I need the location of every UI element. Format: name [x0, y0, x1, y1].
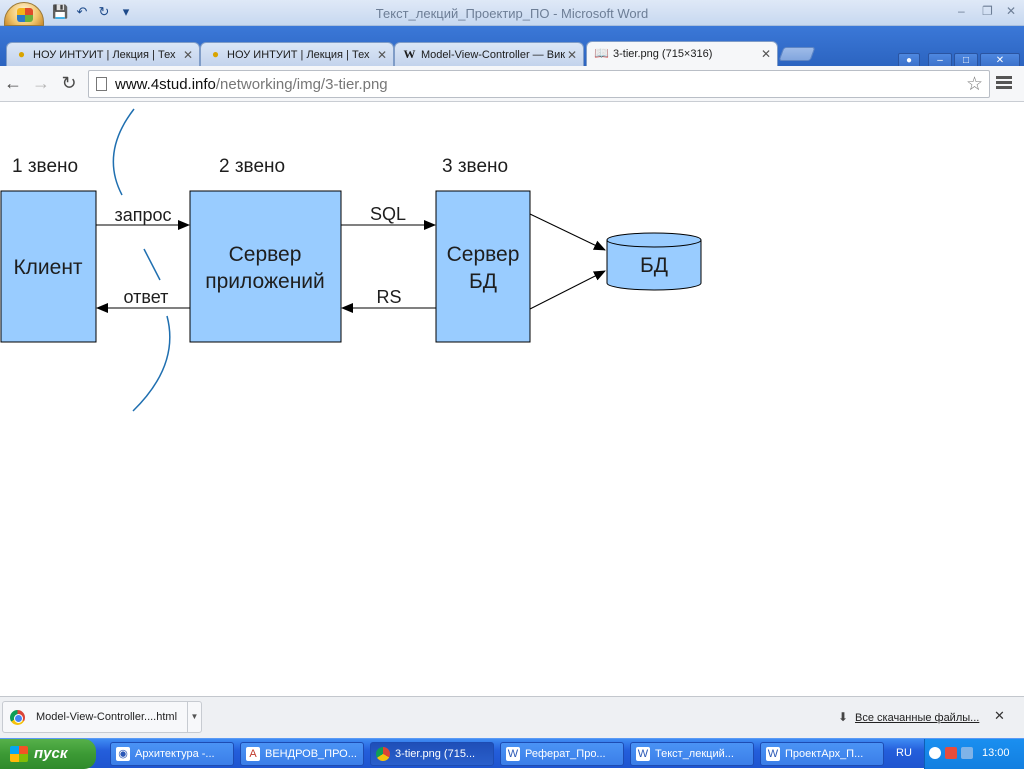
tier-boundary-curve-top [112, 108, 135, 196]
chrome-icon [376, 747, 390, 761]
sql-label: SQL [370, 204, 406, 224]
new-tab-button[interactable] [778, 47, 816, 61]
network-icon[interactable] [961, 747, 973, 759]
word-titlebar: 💾 ↶ ↻ ▾ Текст_лекций_Проектир_ПО - Micro… [0, 0, 1024, 26]
db-server-label-line1: Сервер [447, 243, 520, 266]
download-menu-chevron-icon[interactable]: ▼ [187, 702, 201, 732]
three-tier-diagram: 1 звено 2 звено 3 звено Клиент Сервер пр… [0, 108, 702, 412]
taskbar-item-lectures[interactable]: W Текст_лекций... [630, 742, 754, 766]
close-tab-icon[interactable]: ✕ [377, 43, 387, 66]
database-label: БД [640, 254, 668, 277]
word-restore-icon[interactable]: ❐ [982, 4, 993, 18]
bookmark-star-icon[interactable]: ☆ [966, 73, 983, 96]
tier-label-1: 1 звено [12, 156, 78, 177]
taskbar-item-vendrov[interactable]: A ВЕНДРОВ_ПРО... [240, 742, 364, 766]
pdf-icon: A [246, 747, 260, 761]
response-label: ответ [124, 287, 169, 307]
downloads-shelf: Model-View-Controller....html ▼ ⬇ Все ска… [0, 696, 1024, 738]
taskbar-item-architecture[interactable]: ◉ Архитектура -... [110, 742, 234, 766]
browser-icon: ◉ [116, 747, 130, 761]
download-icon: ⬇ [838, 710, 849, 724]
tray-expand-icon[interactable] [929, 747, 941, 759]
db-read-arrow [529, 270, 606, 310]
tab-3-tier-image[interactable]: 📖 3-tier.png (715×316) ✕ [586, 41, 778, 66]
intuit-icon: ● [17, 47, 26, 61]
word-icon: W [506, 747, 520, 761]
clock: 13:00 [982, 747, 1010, 759]
tier-boundary-curve-bottom [132, 315, 171, 412]
tab-label: НОУ ИНТУИТ | Лекция | Тех [227, 49, 370, 61]
word-icon: W [766, 747, 780, 761]
word-window-title: Текст_лекций_Проектир_ПО - Microsoft Wor… [375, 6, 649, 21]
address-bar[interactable]: www.4stud.info/networking/img/3-tier.png… [88, 70, 990, 98]
browser-menu-icon[interactable] [996, 74, 1012, 92]
tab-label: НОУ ИНТУИТ | Лекция | Тех [33, 49, 176, 61]
close-tab-icon[interactable]: ✕ [567, 43, 577, 66]
db-server-label-line2: БД [469, 270, 497, 293]
taskbar: пуск ◉ Архитектура -... A ВЕНДРОВ_ПРО... 3… [0, 738, 1024, 769]
reload-icon[interactable]: ↻ [58, 72, 80, 94]
taskbar-item-referat[interactable]: W Реферат_Про... [500, 742, 624, 766]
word-close-icon[interactable]: ✕ [1006, 4, 1016, 18]
app-server-label-line2: приложений [205, 270, 325, 293]
db-write-arrow [529, 213, 606, 251]
show-all-downloads-link[interactable]: ⬇ Все скачанные файлы... [838, 710, 979, 724]
url-text: www.4stud.info/networking/img/3-tier.png [115, 76, 388, 93]
rs-label: RS [376, 287, 401, 307]
windows-logo-icon [10, 746, 28, 762]
tier-label-2: 2 звено [219, 156, 285, 177]
chrome-icon [10, 710, 25, 725]
tab-label: Model-View-Controller — Вик [421, 49, 566, 61]
word-icon: W [636, 747, 650, 761]
download-filename: Model-View-Controller....html [36, 711, 178, 723]
back-icon[interactable]: ← [2, 72, 24, 94]
forward-icon[interactable]: → [30, 72, 52, 94]
tab-intuit-1[interactable]: ● НОУ ИНТУИТ | Лекция | Тех ✕ [6, 42, 200, 66]
wikipedia-icon: W [403, 47, 416, 61]
tier-label-3: 3 звено [442, 156, 508, 177]
security-alert-icon[interactable] [945, 747, 957, 759]
request-label: запрос [114, 205, 171, 225]
client-label: Клиент [13, 256, 82, 279]
language-indicator[interactable]: RU [896, 747, 912, 759]
download-item[interactable]: Model-View-Controller....html ▼ [2, 701, 202, 733]
close-tab-icon[interactable]: ✕ [761, 42, 771, 66]
app-server-label-line1: Сервер [229, 243, 302, 266]
word-minimize-icon[interactable]: – [958, 4, 965, 18]
tab-intuit-2[interactable]: ● НОУ ИНТУИТ | Лекция | Тех ✕ [200, 42, 394, 66]
image-file-icon: 📖 [594, 46, 609, 60]
close-tab-icon[interactable]: ✕ [183, 43, 193, 66]
tab-wikipedia[interactable]: W Model-View-Controller — Вик ✕ [394, 42, 584, 66]
start-button[interactable]: пуск [0, 739, 96, 769]
app-server-box [189, 190, 342, 343]
tier-boundary-curve-middle [143, 248, 161, 281]
taskbar-item-proektarh[interactable]: W ПроектАрх_П... [760, 742, 884, 766]
browser-toolbar: ← → ↻ www.4stud.info/networking/img/3-ti… [0, 66, 1024, 102]
close-shelf-icon[interactable]: ✕ [994, 708, 1005, 724]
db-server-box [435, 190, 531, 343]
page-icon [96, 77, 107, 91]
intuit-icon: ● [211, 47, 220, 61]
taskbar-item-3-tier[interactable]: 3-tier.png (715... [370, 742, 494, 766]
tab-label: 3-tier.png (715×316) [613, 48, 713, 60]
image-viewport: 1 звено 2 звено 3 звено Клиент Сервер пр… [0, 103, 1024, 696]
